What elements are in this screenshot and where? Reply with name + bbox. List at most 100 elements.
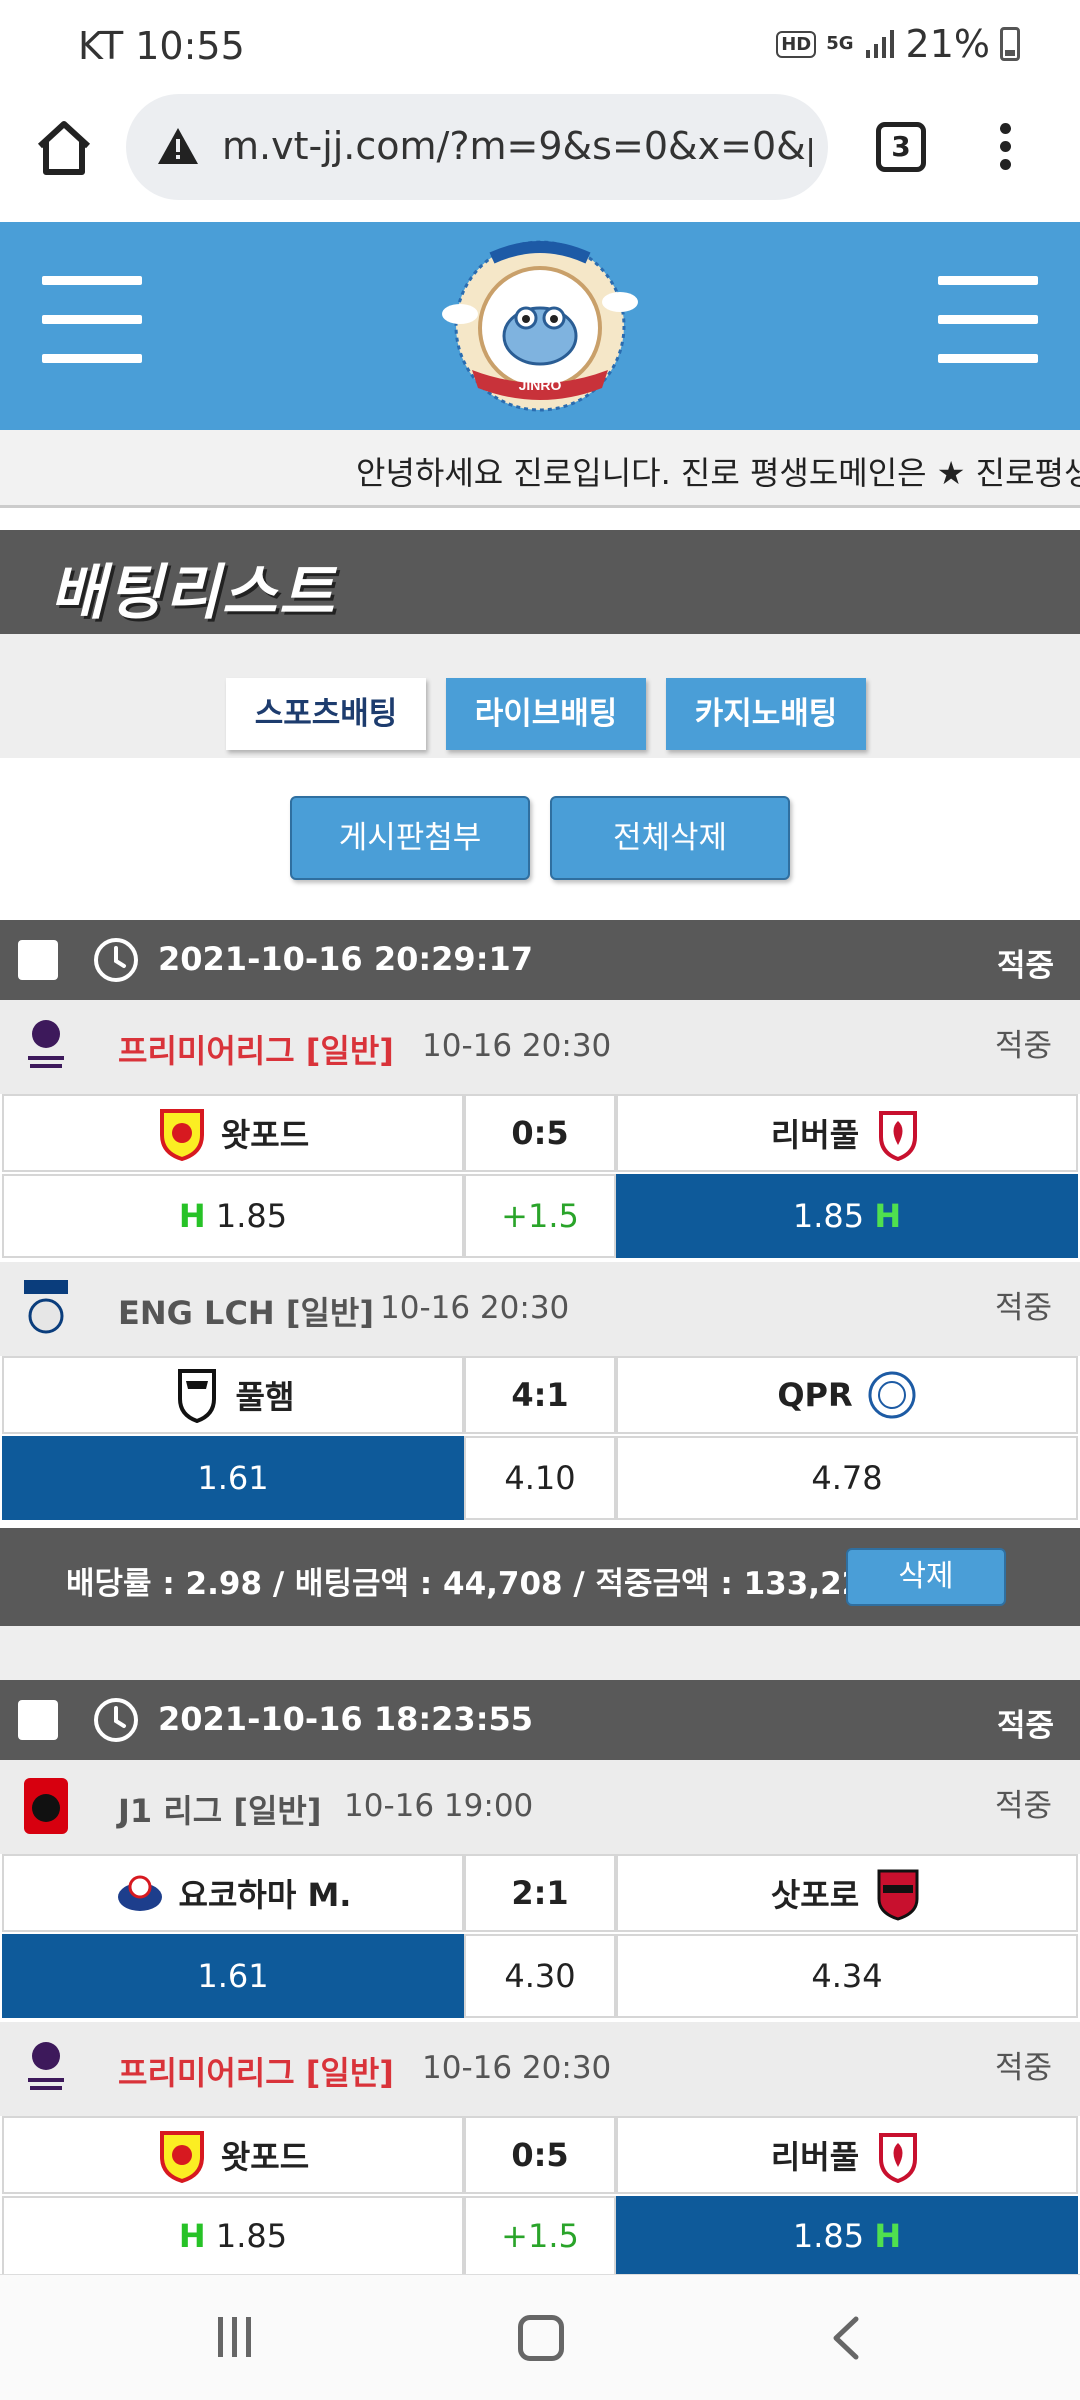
match-time: 10-16 20:30 [380,1290,570,1326]
bet-type-tabs: 스포츠배팅 라이브배팅 카지노배팅 [0,634,1080,758]
handicap-h-icon: H [178,2217,206,2255]
odds-away-cell[interactable]: 4.34 [616,1934,1078,2018]
odds-away-cell-selected[interactable]: 1.85 H [616,1174,1078,1258]
home-team-name: 왓포드 [220,2138,310,2176]
odds-home-cell-selected[interactable]: 1.61 [2,1934,464,2018]
odds-home-cell-selected[interactable]: 1.61 [2,1436,464,1520]
bet-type: [일반] [305,2054,394,2092]
score-cell: 0:5 [464,2116,616,2194]
league-row: J1 리그 [일반] 10-16 19:00 적중 [0,1760,1080,1854]
5g-icon: 5G [826,33,854,54]
select-checkbox[interactable] [18,1700,58,1740]
score-cell: 2:1 [464,1854,616,1932]
odds-home-value: 1.85 [215,2217,288,2255]
delete-bet-button[interactable]: 삭제 [846,1548,1006,1606]
url-text[interactable]: m.vt-jj.com/?m=9&s=0&x=0&p=0 [222,124,812,168]
handicap-cell[interactable]: +1.5 [464,1174,616,1258]
bet-slip-header: 2021-10-16 20:29:17 적중 [0,920,1080,1000]
odds-home-cell[interactable]: H 1.85 [2,1174,464,1258]
league-row: ENG LCH [일반] 10-16 20:30 적중 [0,1262,1080,1356]
bet-slip-header: 2021-10-16 18:23:55 적중 [0,1680,1080,1760]
notice-marquee: 안녕하세요 진로입니다. 진로 평생도메인은 ★ 진로평생 [0,430,1080,508]
bet-type: [일반] [305,1032,394,1070]
carrier-time: KT 10:55 [78,24,245,68]
select-checkbox[interactable] [18,940,58,980]
league-name: J1 리그 [일반] [118,1786,321,1832]
match-time: 10-16 20:30 [422,2050,612,2086]
bet-datetime: 2021-10-16 18:23:55 [158,1700,534,1738]
league-title: 프리미어리그 [118,2054,295,2092]
browser-toolbar: m.vt-jj.com/?m=9&s=0&x=0&p=0 3 [0,92,1080,222]
menu-left-icon[interactable] [42,276,142,366]
page-title-banner: 배팅리스트 [0,530,1080,634]
odds-away-cell-selected[interactable]: 1.85 H [616,2196,1078,2276]
slip-separator [0,1626,1080,1680]
league-title: 프리미어리그 [118,1032,295,1070]
odds-home-cell[interactable]: H 1.85 [2,2196,464,2276]
home-team-cell: 왓포드 [2,2116,464,2194]
league-name: 프리미어리그 [일반] [118,2048,394,2094]
tab-live-betting[interactable]: 라이브배팅 [446,678,646,750]
home-team-name: 풀햄 [235,1378,295,1416]
handicap-cell[interactable]: +1.5 [464,2196,616,2276]
premier-league-icon [28,2042,64,2090]
watford-crest-icon [159,2131,204,2183]
system-nav-bar [0,2274,1080,2400]
efl-championship-icon [24,1280,68,1334]
home-nav-icon[interactable] [518,2315,564,2361]
clock-icon [94,938,138,982]
odds-away-cell[interactable]: 4.78 [616,1436,1078,1520]
odds-draw-cell[interactable]: 4.10 [464,1436,616,1520]
sapporo-crest-icon [877,1869,919,1921]
home-team-cell: 풀햄 [2,1356,464,1434]
handicap-h-icon: H [874,2217,902,2255]
home-team-cell: 요코하마 M. [2,1854,464,1932]
game-result-status: 적중 [994,1290,1052,1326]
hd-icon: HD [776,30,817,58]
tab-sports-betting[interactable]: 스포츠배팅 [226,678,426,750]
status-bar: KT 10:55 HD 5G 21% [0,0,1080,92]
league-name: 프리미어리그 [일반] [118,1026,394,1072]
address-bar[interactable]: m.vt-jj.com/?m=9&s=0&x=0&p=0 [126,94,828,200]
signal-icon [865,30,894,58]
odds-away-value: 1.85 [792,1197,865,1235]
match-time: 10-16 19:00 [344,1788,534,1824]
game-result-status: 적중 [994,1028,1052,1064]
game-result-status: 적중 [994,2050,1052,2086]
jinro-logo[interactable]: JINRO [432,228,648,424]
recent-apps-icon[interactable] [218,2317,262,2359]
yokohama-crest-icon [117,1875,162,1911]
home-team-cell: 왓포드 [2,1094,464,1172]
score-cell: 0:5 [464,1094,616,1172]
away-team-name: QPR [777,1376,853,1414]
away-team-name: 리버풀 [770,1116,860,1154]
bet-type: [일반] [285,1294,374,1332]
delete-all-button[interactable]: 전체삭제 [550,796,790,880]
away-team-name: 삿포로 [770,1876,860,1914]
home-icon[interactable] [32,116,96,180]
battery-percent: 21% [905,22,990,66]
away-team-cell: 삿포로 [616,1854,1078,1932]
tab-casino-betting[interactable]: 카지노배팅 [666,678,866,750]
status-icons: HD 5G 21% [776,22,1020,66]
liverpool-crest-icon [879,2133,918,2183]
site-header: JINRO [0,222,1080,430]
away-team-cell: QPR [616,1356,1078,1434]
bet-type: [일반] [233,1792,322,1830]
more-options-icon[interactable] [990,118,1020,178]
marquee-text: 안녕하세요 진로입니다. 진로 평생도메인은 ★ 진로평생 [356,454,1080,492]
odds-away-value: 1.85 [792,2217,865,2255]
attach-to-board-button[interactable]: 게시판첨부 [290,796,530,880]
warning-icon[interactable] [156,126,200,166]
odds-draw-cell[interactable]: 4.30 [464,1934,616,2018]
match-time: 10-16 20:30 [422,1028,612,1064]
clock-icon [94,1698,138,1742]
tab-switcher-button[interactable]: 3 [876,122,926,172]
menu-right-icon[interactable] [938,276,1038,366]
watford-crest-icon [159,1109,204,1161]
back-icon[interactable] [824,2315,870,2361]
bet-datetime: 2021-10-16 20:29:17 [158,940,534,978]
league-title: ENG LCH [118,1294,275,1332]
qpr-crest-icon [868,1371,916,1419]
j-league-icon [24,1778,68,1834]
